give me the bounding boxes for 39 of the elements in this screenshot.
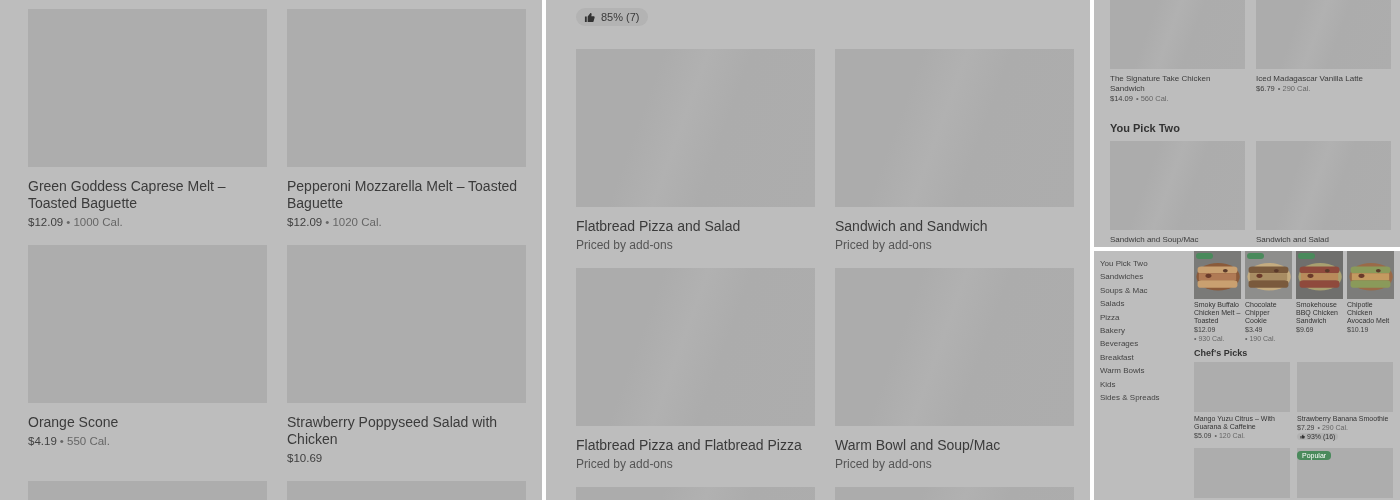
item-title[interactable]: Flatbread Pizza and Flatbread Pizza [576, 436, 815, 454]
category-link[interactable]: Pizza [1100, 310, 1120, 325]
item-price: $12.09 [287, 215, 323, 230]
item-title[interactable]: Iced Madagascar Vanilla Latte [1256, 74, 1391, 84]
item-subtitle: Priced by add-ons [835, 236, 933, 254]
thumbs-up-icon [584, 11, 595, 23]
category-link[interactable]: Beverages [1100, 337, 1139, 351]
category-link[interactable]: Breakfast [1100, 350, 1134, 365]
item-title[interactable]: Sandwich and Soup/Mac [1110, 235, 1245, 245]
item-title[interactable]: Warm Bowl and Soup/Mac [835, 436, 1074, 454]
item-price: $12.09 [28, 215, 64, 230]
item-subtitle: Priced by add-ons [835, 455, 933, 473]
category-link[interactable]: Kids [1100, 377, 1116, 392]
category-link[interactable]: Bakery [1100, 324, 1125, 338]
section-heading: You Pick Two [1110, 122, 1181, 134]
category-link[interactable]: Sandwiches [1100, 270, 1144, 284]
item-title[interactable]: Strawberry Poppyseed Salad with Chicken [287, 414, 526, 448]
section-heading: Chef's Picks [1194, 348, 1249, 358]
item-title[interactable]: Sandwich and Salad [1256, 235, 1391, 245]
item-title[interactable]: Pepperoni Mozzarella Melt – Toasted Baguette [287, 178, 526, 212]
rating-badge: 85% (7) [576, 8, 648, 26]
category-link[interactable]: Sides & Spreads [1100, 391, 1160, 405]
item-title[interactable]: Orange Scone [28, 414, 267, 431]
item-calories: • 1020 Cal. [325, 215, 382, 230]
item-title[interactable]: Flatbread Pizza and Salad [576, 217, 815, 235]
item-price: $10.69 [287, 451, 323, 466]
item-price: $4.19 [28, 434, 57, 449]
thumbs-up-icon [1300, 434, 1305, 439]
item-calories: • 1000 Cal. [66, 215, 123, 230]
category-link[interactable]: You Pick Two [1100, 257, 1148, 271]
item-subtitle: Priced by add-ons [576, 455, 674, 473]
item-subtitle: Priced by add-ons [576, 236, 674, 254]
category-link[interactable]: Salads [1100, 297, 1125, 311]
category-link[interactable]: Soups & Mac [1100, 283, 1148, 298]
item-title[interactable]: Sandwich and Sandwich [835, 217, 1074, 235]
item-title[interactable]: Green Goddess Caprese Melt – Toasted Baguette [28, 178, 267, 212]
item-calories: • 550 Cal. [59, 434, 110, 449]
item-title[interactable]: The Signature Take Chicken Sandwich [1110, 74, 1245, 94]
category-link[interactable]: Warm Bowls [1100, 364, 1145, 378]
